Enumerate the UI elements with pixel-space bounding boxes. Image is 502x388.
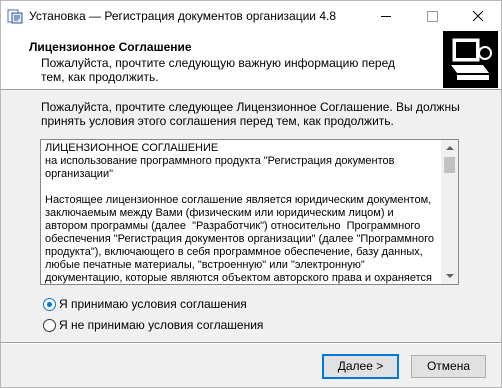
close-icon xyxy=(472,10,484,22)
intro-text: Пожалуйста, прочтите следующее Лицензион… xyxy=(41,100,460,128)
scroll-up-arrow-icon[interactable] xyxy=(441,140,458,157)
close-button[interactable] xyxy=(455,1,501,31)
cancel-button[interactable]: Отмена xyxy=(411,355,486,378)
license-scrollbar[interactable] xyxy=(441,140,458,284)
wizard-header: Лицензионное Соглашение Пожалуйста, проч… xyxy=(1,31,501,90)
minimize-button[interactable] xyxy=(363,1,409,31)
radio-selected-icon xyxy=(43,298,56,311)
accept-label: Я принимаю условия соглашения xyxy=(59,297,247,311)
radio-unselected-icon xyxy=(43,319,56,332)
maximize-button[interactable] xyxy=(409,1,455,31)
installer-app-icon xyxy=(7,8,23,24)
page-subtitle: Пожалуйста, прочтите следующую важную ин… xyxy=(41,56,395,84)
window-title: Установка — Регистрация документов орган… xyxy=(29,9,337,23)
page-title: Лицензионное Соглашение xyxy=(29,40,192,54)
title-bar: Установка — Регистрация документов орган… xyxy=(1,1,501,31)
installer-computer-icon xyxy=(443,31,498,88)
decline-label: Я не принимаю условия соглашения xyxy=(59,318,264,332)
scroll-thumb[interactable] xyxy=(444,157,455,173)
installer-window: Установка — Регистрация документов орган… xyxy=(0,0,502,388)
scroll-down-arrow-icon[interactable] xyxy=(441,267,458,284)
license-text: ЛИЦЕНЗИОННОЕ СОГЛАШЕНИЕ на использование… xyxy=(45,142,434,284)
license-textbox[interactable]: ЛИЦЕНЗИОННОЕ СОГЛАШЕНИЕ на использование… xyxy=(40,139,459,285)
next-button[interactable]: Далее > xyxy=(322,354,399,379)
